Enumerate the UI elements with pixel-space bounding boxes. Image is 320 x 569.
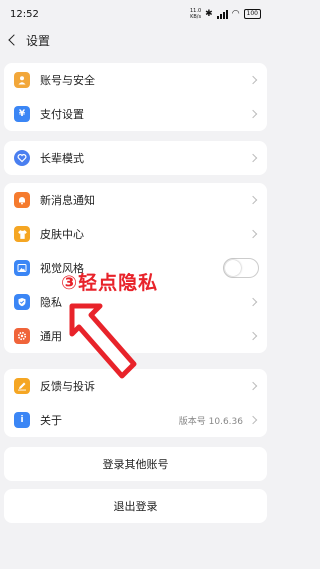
person-icon bbox=[14, 72, 30, 88]
chevron-right-icon bbox=[249, 381, 259, 391]
chevron-right-icon bbox=[249, 153, 259, 163]
shield-icon bbox=[14, 294, 30, 310]
settings-group-account: 账号与安全 ¥ 支付设置 bbox=[4, 63, 267, 131]
signal-icon bbox=[216, 9, 228, 19]
settings-item-label: 新消息通知 bbox=[40, 194, 95, 207]
back-icon[interactable] bbox=[6, 33, 20, 47]
settings-item-label: 关于 bbox=[40, 414, 62, 427]
page-title: 设置 bbox=[26, 33, 51, 48]
chevron-right-icon bbox=[249, 297, 259, 307]
chevron-right-icon bbox=[249, 195, 259, 205]
settings-item-about[interactable]: i 关于 版本号 10.6.36 bbox=[4, 403, 267, 437]
logout-button[interactable]: 退出登录 bbox=[4, 489, 267, 523]
yen-icon: ¥ bbox=[14, 106, 30, 122]
net-speed: 11.0 KB/s bbox=[190, 8, 202, 20]
chevron-right-icon bbox=[249, 109, 259, 119]
logout-group: 退出登录 bbox=[4, 489, 267, 523]
status-icons: 11.0 KB/s ✱ ◠ 100 bbox=[190, 8, 261, 20]
settings-item-payment[interactable]: ¥ 支付设置 bbox=[4, 97, 267, 131]
settings-item-label: 支付设置 bbox=[40, 108, 84, 121]
chevron-right-icon bbox=[249, 331, 259, 341]
chevron-right-icon bbox=[249, 75, 259, 85]
annotation-text: ③轻点隐私 bbox=[61, 272, 159, 294]
wifi-icon: ◠ bbox=[231, 9, 240, 19]
gear-icon bbox=[14, 328, 30, 344]
chevron-right-icon bbox=[249, 229, 259, 239]
status-time: 12:52 bbox=[10, 8, 39, 20]
login-other-group: 登录其他账号 bbox=[4, 447, 267, 481]
info-icon: i bbox=[14, 412, 30, 428]
settings-item-skin-center[interactable]: 皮肤中心 bbox=[4, 217, 267, 251]
pencil-icon bbox=[14, 378, 30, 394]
bell-icon bbox=[14, 192, 30, 208]
settings-item-elder-mode[interactable]: 长辈模式 bbox=[4, 141, 267, 175]
settings-item-notifications[interactable]: 新消息通知 bbox=[4, 183, 267, 217]
shirt-icon bbox=[14, 226, 30, 242]
battery-icon: 100 bbox=[243, 9, 261, 19]
bluetooth-icon: ✱ bbox=[205, 9, 213, 19]
version-value: 版本号 10.6.36 bbox=[178, 416, 243, 427]
login-other-account-button[interactable]: 登录其他账号 bbox=[4, 447, 267, 481]
chevron-right-icon bbox=[249, 415, 259, 425]
settings-item-label: 长辈模式 bbox=[40, 152, 84, 165]
status-bar: 12:52 11.0 KB/s ✱ ◠ 100 bbox=[0, 0, 271, 28]
visual-style-toggle[interactable] bbox=[223, 258, 259, 278]
annotation-arrow-icon bbox=[69, 303, 137, 379]
settings-item-label: 账号与安全 bbox=[40, 74, 95, 87]
settings-group-elder: 长辈模式 bbox=[4, 141, 267, 175]
settings-item-label: 皮肤中心 bbox=[40, 228, 84, 241]
settings-item-account-security[interactable]: 账号与安全 bbox=[4, 63, 267, 97]
image-icon bbox=[14, 260, 30, 276]
heart-icon bbox=[14, 150, 30, 166]
header: 设置 bbox=[0, 28, 271, 52]
